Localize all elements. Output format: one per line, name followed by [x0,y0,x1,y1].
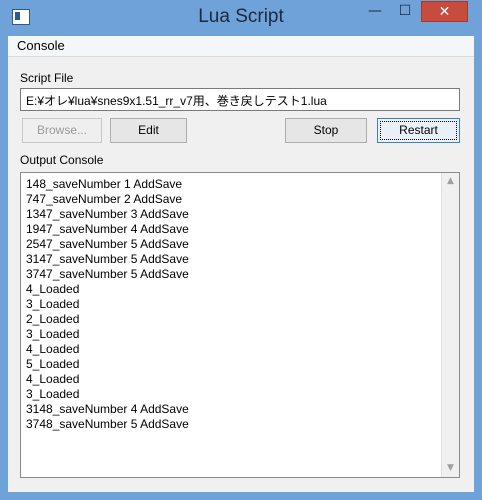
output-console-label: Output Console [20,153,104,167]
console-line: 4_Loaded [26,342,80,356]
console-line: 1947_saveNumber 4 AddSave [26,222,189,236]
script-file-path-field[interactable]: E:¥オレ¥lua¥snes9x1.51_rr_v7用、巻き戻しテスト1.lua [20,88,460,111]
console-line: 4_Loaded [26,372,80,386]
console-text: 148_saveNumber 1 AddSave 747_saveNumber 2… [26,177,436,432]
scroll-up-icon[interactable]: ▲ [442,173,459,190]
stop-button[interactable]: Stop [285,118,367,143]
menu-console[interactable]: Console [17,38,65,53]
console-line: 3748_saveNumber 5 AddSave [26,417,189,431]
console-line: 3147_saveNumber 5 AddSave [26,252,189,266]
restart-button[interactable]: Restart [377,118,460,143]
minimize-button[interactable]: — [362,1,388,22]
console-line: 3_Loaded [26,297,80,311]
output-console[interactable]: 148_saveNumber 1 AddSave 747_saveNumber 2… [20,172,460,478]
console-line: 3_Loaded [26,327,80,341]
console-line: 3747_saveNumber 5 AddSave [26,267,189,281]
client-area: Console Script File E:¥オレ¥lua¥snes9x1.51… [8,36,474,492]
console-line: 148_saveNumber 1 AddSave [26,177,183,191]
browse-button[interactable]: Browse... [22,118,102,143]
console-line: 4_Loaded [26,282,80,296]
console-line: 3148_saveNumber 4 AddSave [26,402,189,416]
title-bar[interactable]: Lua Script — ☐ ✕ [0,0,482,36]
lua-script-window: Lua Script — ☐ ✕ Console Script File E:¥… [0,0,482,500]
console-line: 2547_saveNumber 5 AddSave [26,237,189,251]
scroll-down-icon[interactable]: ▼ [442,460,459,477]
console-line: 3_Loaded [26,387,80,401]
script-file-label: Script File [20,71,74,85]
window-bottom-border [0,492,482,500]
maximize-button[interactable]: ☐ [392,1,418,22]
console-line: 747_saveNumber 2 AddSave [26,192,183,206]
edit-button[interactable]: Edit [110,118,187,143]
console-line: 5_Loaded [26,357,80,371]
console-scrollbar[interactable]: ▲ ▼ [441,173,459,477]
console-line: 1347_saveNumber 3 AddSave [26,207,189,221]
close-button[interactable]: ✕ [421,1,468,22]
menu-bar: Console [8,36,474,57]
console-line: 2_Loaded [26,312,80,326]
